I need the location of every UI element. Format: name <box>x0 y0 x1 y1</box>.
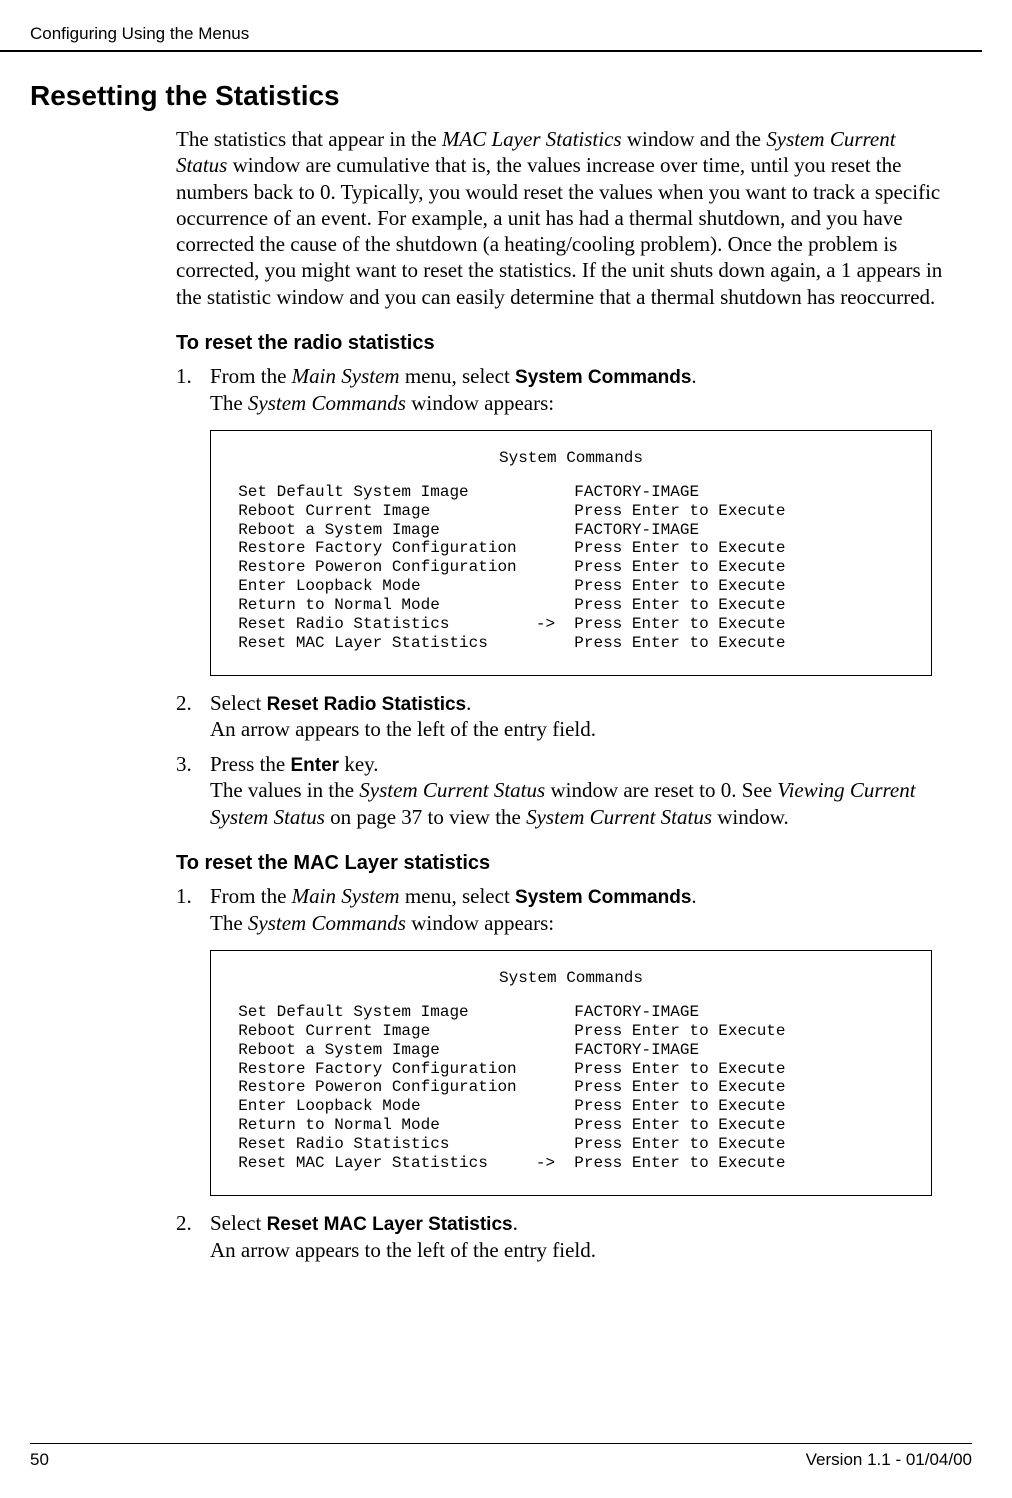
step-number: 2. <box>176 690 192 716</box>
terminal-title: System Commands <box>219 449 923 467</box>
terminal-body: Set Default System Image FACTORY-IMAGE R… <box>219 1003 923 1173</box>
terminal-window-radio: System Commands Set Default System Image… <box>210 430 932 676</box>
section-title-radio: To reset the radio statistics <box>176 332 952 355</box>
step-number: 2. <box>176 1210 192 1236</box>
version-string: Version 1.1 - 01/04/00 <box>806 1450 972 1470</box>
step-1-mac: 1. From the Main System menu, select Sys… <box>176 883 952 936</box>
terminal-body: Set Default System Image FACTORY-IMAGE R… <box>219 483 923 653</box>
step-body: Select Reset MAC Layer Statistics. An ar… <box>210 1210 952 1263</box>
step-number: 3. <box>176 751 192 777</box>
terminal-title: System Commands <box>219 969 923 987</box>
page-content: Resetting the Statistics The statistics … <box>0 80 1012 1263</box>
step-3-radio: 3. Press the Enter key. The values in th… <box>176 751 952 830</box>
terminal-window-mac: System Commands Set Default System Image… <box>210 950 932 1196</box>
step-body: From the Main System menu, select System… <box>210 883 952 936</box>
section-title-mac: To reset the MAC Layer statistics <box>176 852 952 875</box>
page-title: Resetting the Statistics <box>30 80 952 112</box>
page-number: 50 <box>30 1450 49 1470</box>
step-1-radio: 1. From the Main System menu, select Sys… <box>176 363 952 416</box>
step-body: From the Main System menu, select System… <box>210 363 952 416</box>
step-number: 1. <box>176 883 192 909</box>
step-2-mac: 2. Select Reset MAC Layer Statistics. An… <box>176 1210 952 1263</box>
step-body: Select Reset Radio Statistics. An arrow … <box>210 690 952 743</box>
page-footer: 50 Version 1.1 - 01/04/00 <box>30 1443 972 1470</box>
step-2-radio: 2. Select Reset Radio Statistics. An arr… <box>176 690 952 743</box>
running-header: Configuring Using the Menus <box>0 0 982 52</box>
step-body: Press the Enter key. The values in the S… <box>210 751 952 830</box>
intro-paragraph: The statistics that appear in the MAC La… <box>176 126 952 310</box>
running-header-text: Configuring Using the Menus <box>30 24 249 43</box>
step-number: 1. <box>176 363 192 389</box>
